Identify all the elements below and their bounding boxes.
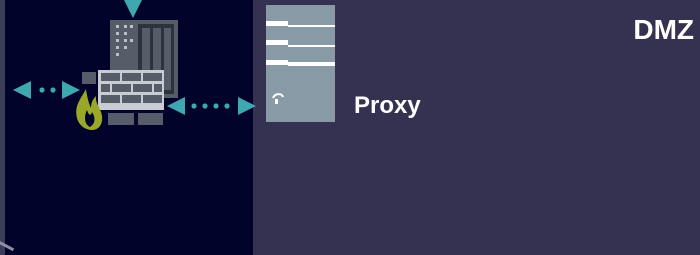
proxy-server-graphic bbox=[266, 21, 335, 104]
link-firewall-to-proxy bbox=[167, 97, 256, 115]
dmz-zone-label: DMZ bbox=[633, 14, 694, 45]
proxy-server-icon bbox=[266, 5, 335, 122]
proxy-label: Proxy bbox=[354, 92, 421, 119]
diagram-graphics bbox=[13, 0, 256, 130]
network-diagram: Proxy DMZ bbox=[0, 0, 700, 255]
inbound-arrow-top bbox=[124, 0, 142, 18]
link-left bbox=[13, 81, 80, 99]
